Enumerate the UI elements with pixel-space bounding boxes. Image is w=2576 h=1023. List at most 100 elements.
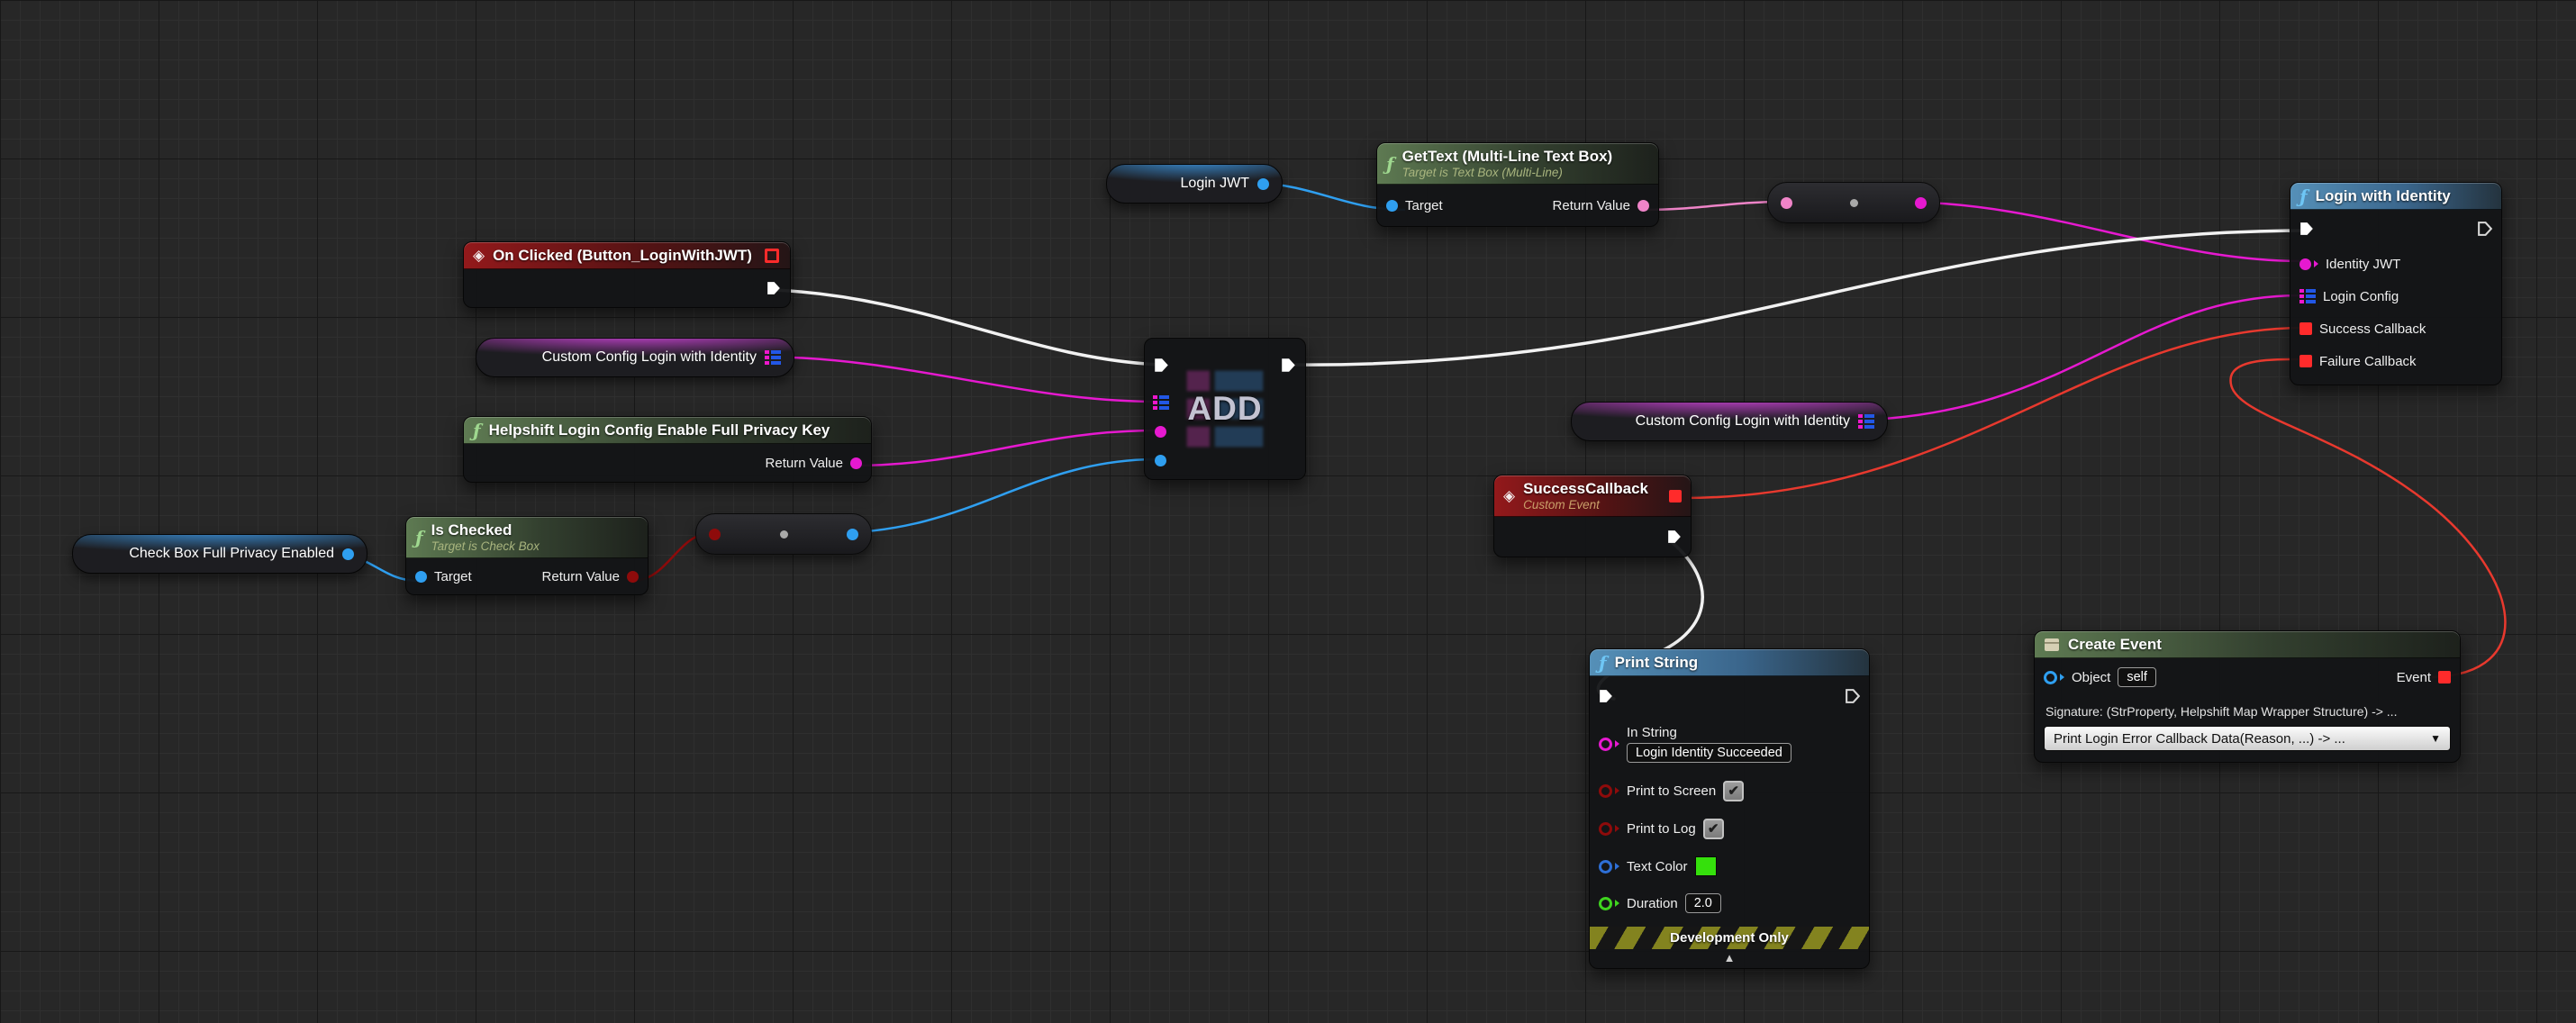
exec-output-pin[interactable] [1846,689,1860,703]
node-header[interactable]: Create Event [2035,631,2460,658]
object-output-pin[interactable] [342,548,354,560]
node-header[interactable]: ƒ Helpshift Login Config Enable Full Pri… [464,417,871,444]
print-to-screen-checkbox[interactable]: ✔ [1723,781,1744,801]
bool-input-pin[interactable] [709,529,721,540]
variable-label: Custom Config Login with Identity [1636,413,1850,430]
pin-wedge-icon [1615,740,1619,747]
variable-node-custom-config-b[interactable]: Custom Config Login with Identity [1571,402,1888,441]
object-output-pin[interactable] [847,529,858,540]
node-header[interactable]: ◈ SuccessCallback Custom Event [1494,475,1691,517]
object-input-pin[interactable] [2044,671,2057,684]
node-login-with-identity[interactable]: ƒ Login with Identity Identity JWT Login… [2290,182,2502,385]
knot-dot-icon [1850,199,1858,207]
target-input-pin[interactable] [1386,200,1398,212]
in-string-input-pin[interactable] [1599,738,1612,751]
node-header[interactable]: ƒ Print String [1590,649,1869,676]
node-create-event[interactable]: Create Event Object self Event Signature… [2034,630,2461,763]
string-return-pin[interactable] [850,457,862,469]
target-input-pin[interactable] [415,571,427,583]
object-output-pin[interactable] [1257,178,1269,190]
wire-add-to-login-exec [1290,231,2306,365]
in-string-value-field[interactable]: Login Identity Succeeded [1627,743,1791,763]
print-to-log-checkbox[interactable]: ✔ [1703,819,1724,839]
pin-label: Event [2397,670,2431,685]
exec-output-pin[interactable] [2478,222,2492,236]
node-header[interactable]: ◈ On Clicked (Button_LoginWithJWT) [464,242,790,269]
delegate-output-pin[interactable] [1669,490,1682,502]
map-output-pin[interactable] [1858,414,1874,429]
node-is-checked[interactable]: ƒ Is Checked Target is Check Box Target … [405,516,649,595]
wire-onclicked-to-add-exec [775,290,1160,365]
conversion-node-text-to-string[interactable] [1767,182,1940,223]
collapse-arrow-icon[interactable]: ▲ [1590,949,1869,968]
text-input-pin[interactable] [1781,197,1792,209]
add-node-label: ADD [1187,390,1262,428]
development-only-label: Development Only [1670,930,1789,946]
node-title: Is Checked [431,521,540,539]
node-header[interactable]: ƒ GetText (Multi-Line Text Box) Target i… [1377,143,1658,185]
exec-output-pin[interactable] [766,281,781,295]
variable-node-login-jwt[interactable]: Login JWT [1106,164,1283,204]
pin-label: Login Config [2323,289,2399,304]
exec-input-pin[interactable] [1599,689,1613,703]
exec-output-pin[interactable] [1281,358,1296,373]
node-on-clicked-button-loginwithjwt[interactable]: ◈ On Clicked (Button_LoginWithJWT) [463,241,791,308]
text-return-pin[interactable] [1637,200,1649,212]
variable-node-check-box-full-privacy[interactable]: Check Box Full Privacy Enabled [72,534,367,574]
exec-input-pin[interactable] [2299,222,2314,236]
event-diamond-icon: ◈ [1503,488,1515,503]
signature-dropdown[interactable]: Print Login Error Callback Data(Reason, … [2044,726,2451,751]
login-config-map-input-pin[interactable] [2299,289,2316,303]
map-output-pin[interactable] [765,350,781,365]
function-icon: ƒ [473,421,481,439]
text-color-input-pin[interactable] [1599,860,1612,874]
node-success-callback[interactable]: ◈ SuccessCallback Custom Event [1493,475,1692,557]
node-map-add[interactable]: ADD [1144,338,1306,480]
print-to-screen-input-pin[interactable] [1599,784,1612,798]
event-delegate-output-pin[interactable] [2438,671,2451,684]
signature-text: Signature: (StrProperty, Helpshift Map W… [2035,696,2460,722]
print-to-log-input-pin[interactable] [1599,822,1612,836]
pin-label: Return Value [766,456,843,471]
variable-node-custom-config-a[interactable]: Custom Config Login with Identity [476,338,794,377]
pin-label: Success Callback [2319,321,2426,337]
node-subtitle: Target is Check Box [431,539,540,554]
key-input-pin[interactable] [1155,426,1166,438]
pin-label: Print to Screen [1627,783,1716,799]
pin-wedge-icon [2314,260,2318,267]
conversion-node-bool-to-object[interactable] [695,513,872,555]
object-value-field[interactable]: self [2118,667,2156,687]
dropdown-arrow-icon: ▼ [2430,732,2441,745]
node-header[interactable]: ƒ Login with Identity [2290,183,2501,210]
function-icon: ƒ [415,529,423,547]
delegate-output-pin[interactable] [765,249,779,263]
node-header[interactable]: ƒ Is Checked Target is Check Box [406,517,648,558]
event-diamond-icon: ◈ [473,248,485,263]
duration-input-pin[interactable] [1599,897,1612,910]
success-callback-input-pin[interactable] [2299,322,2312,335]
identity-jwt-input-pin[interactable] [2299,258,2311,270]
node-print-string[interactable]: ƒ Print String In String Login Identity … [1589,648,1870,969]
exec-output-pin[interactable] [1667,530,1682,544]
pin-label: Print to Log [1627,821,1696,837]
node-title: On Clicked (Button_LoginWithJWT) [493,246,752,265]
wire-customconfig-to-add-map [757,357,1158,402]
map-input-pin[interactable] [1153,395,1169,410]
blueprint-graph-canvas[interactable]: Login JWT Custom Config Login with Ident… [0,0,2576,1023]
string-output-pin[interactable] [1915,197,1927,209]
wire-gettext-to-knot [1641,202,1783,210]
node-title: Print String [1615,653,1699,672]
node-helpshift-login-config-key[interactable]: ƒ Helpshift Login Config Enable Full Pri… [463,416,872,483]
duration-value-field[interactable]: 2.0 [1685,893,1721,913]
text-color-swatch[interactable] [1695,856,1717,876]
exec-input-pin[interactable] [1154,358,1169,373]
failure-callback-input-pin[interactable] [2299,355,2312,367]
pin-label: Failure Callback [2319,354,2417,369]
variable-label: Login JWT [1181,176,1249,192]
variable-label: Check Box Full Privacy Enabled [129,546,334,562]
node-title: Login with Identity [2316,186,2451,205]
value-input-pin[interactable] [1155,455,1166,466]
node-gettext-multiline[interactable]: ƒ GetText (Multi-Line Text Box) Target i… [1376,142,1659,227]
variable-label: Custom Config Login with Identity [542,349,757,366]
bool-return-pin[interactable] [627,571,639,583]
